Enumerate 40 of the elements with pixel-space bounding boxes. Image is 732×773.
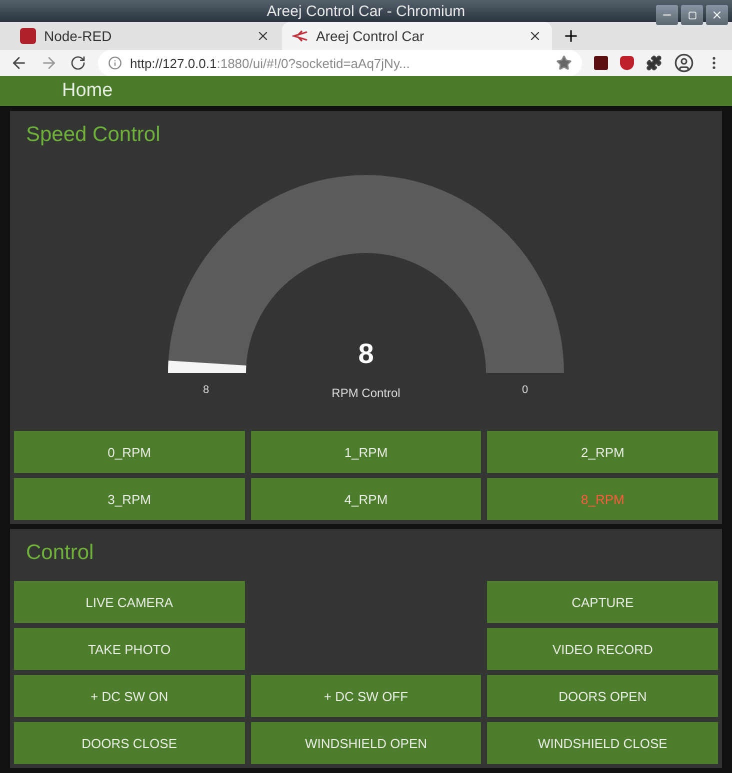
address-field[interactable]: http://127.0.0.1:1880/ui/#!/0?socketid=aAq7jNy... [98,50,582,76]
control-button[interactable]: + DC SW ON [14,675,245,717]
star-icon[interactable] [556,55,572,72]
rpm-button[interactable]: 0_RPM [14,431,245,473]
rpm-button[interactable]: 2_RPM [487,431,718,473]
browser-tab[interactable]: Areej Control Car [282,22,552,50]
control-button[interactable]: + DC SW OFF [250,675,482,717]
gauge-max-label: 0 [522,384,528,396]
control-button[interactable]: DOORS OPEN [487,675,718,717]
control-button[interactable]: WINDSHIELD CLOSE [487,722,718,764]
info-icon[interactable] [108,56,122,70]
extension-icon[interactable] [594,56,608,70]
profile-icon[interactable] [674,53,694,74]
rpm-button[interactable]: 1_RPM [250,431,482,473]
control-button[interactable]: TAKE PHOTO [14,628,245,670]
gauge-value: 8 [358,338,374,369]
wave-icon [292,28,308,44]
rpm-button[interactable]: 3_RPM [14,478,245,520]
maximize-button[interactable] [681,5,703,25]
control-button[interactable]: VIDEO RECORD [487,628,718,670]
reload-icon[interactable] [70,55,86,72]
control-button[interactable]: LIVE CAMERA [14,581,245,623]
control-button[interactable]: CAPTURE [487,581,718,623]
minimize-button[interactable] [656,5,678,25]
puzzle-icon[interactable] [646,55,662,72]
gauge-label: RPM Control [332,386,400,400]
control-button[interactable]: DOORS CLOSE [14,722,245,764]
favicon-icon [20,28,36,44]
card-title: Control [25,540,95,566]
rpm-button[interactable]: 4_RPM [250,478,482,520]
shield-icon[interactable] [620,56,634,70]
gauge-min-label: 8 [202,384,210,396]
browser-tab[interactable]: Node-RED [10,22,280,50]
control-button[interactable]: WINDSHIELD OPEN [250,722,482,764]
window-title: Areej Control Car - Chromium [266,2,466,20]
maximize-icon [688,10,696,20]
page-title: Home [62,80,113,102]
close-button[interactable] [706,5,728,25]
card-title: Speed Control [25,122,162,148]
close-icon [711,9,723,21]
